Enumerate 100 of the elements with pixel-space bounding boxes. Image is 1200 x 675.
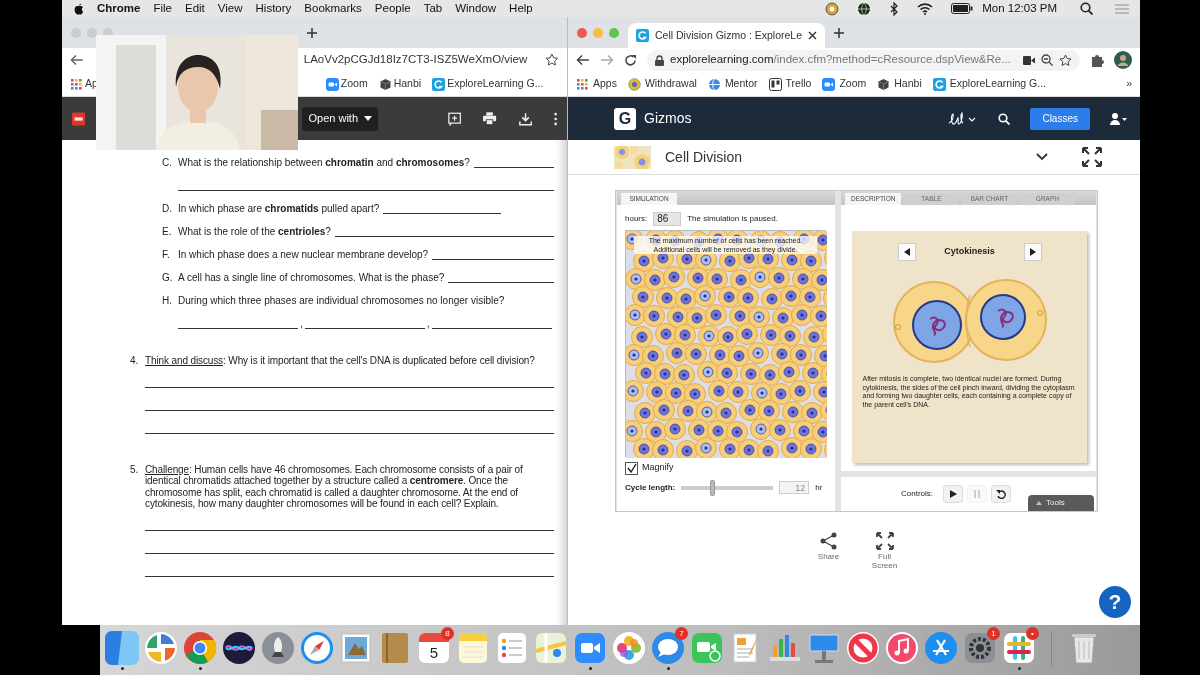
avatar-icon[interactable] xyxy=(1114,51,1132,69)
apps-grid-icon[interactable] xyxy=(70,77,83,91)
menu-item[interactable]: Help xyxy=(509,0,533,18)
browser-circle-icon[interactable] xyxy=(183,631,217,665)
zoom-out-icon[interactable] xyxy=(1041,54,1053,66)
tools-button[interactable]: Tools xyxy=(1028,495,1094,511)
user-icon[interactable] xyxy=(1110,112,1128,125)
pinwheel-icon[interactable] xyxy=(144,631,178,665)
compass-icon[interactable] xyxy=(300,631,334,665)
bookmark[interactable]: Withdrawal xyxy=(627,76,697,92)
controls-label: Controls: xyxy=(901,488,933,500)
back-icon[interactable] xyxy=(70,54,84,66)
puzzle-icon[interactable] xyxy=(1090,53,1104,67)
globe-icon[interactable] xyxy=(857,1,872,16)
star-icon[interactable] xyxy=(1059,53,1072,67)
app-menu[interactable]: Chrome xyxy=(97,0,141,18)
calendar-icon[interactable] xyxy=(417,631,451,665)
signature-icon[interactable] xyxy=(948,110,977,127)
stamp-icon[interactable] xyxy=(339,631,373,665)
more-bookmarks[interactable]: » xyxy=(1126,76,1132,92)
question-text: What is the role of the centrioles? xyxy=(178,225,331,239)
search-icon[interactable] xyxy=(1080,2,1093,15)
checklist-icon[interactable] xyxy=(495,631,529,665)
gear-icon[interactable] xyxy=(963,631,997,665)
notification-count: 7 xyxy=(675,627,688,640)
menu-item[interactable]: Bookmarks xyxy=(304,0,362,18)
question-letter: E. xyxy=(162,225,173,239)
question-text: During which three phases are individual chromosomes no longer visible? xyxy=(178,294,505,308)
address-field[interactable]: explorelearning.com/index.cfm?method=cResource.dspView&Re... xyxy=(647,49,1080,71)
lock-icon xyxy=(655,54,664,66)
more-icon[interactable] xyxy=(553,110,557,127)
square-logo-icon[interactable] xyxy=(932,77,946,91)
bookmark[interactable]: Zoom xyxy=(325,76,368,92)
round-status-icon[interactable] xyxy=(825,1,840,16)
download-icon[interactable] xyxy=(518,110,532,127)
share-button[interactable]: Share xyxy=(811,532,846,570)
slider-thumb[interactable] xyxy=(709,479,715,496)
star-icon[interactable] xyxy=(545,53,559,67)
back-icon[interactable] xyxy=(576,54,590,66)
apple-icon[interactable] xyxy=(74,2,84,15)
coin-icon[interactable] xyxy=(627,77,641,91)
square-logo-icon[interactable] xyxy=(432,77,446,91)
chat-bubble-icon[interactable] xyxy=(651,631,685,665)
magnify-checkbox[interactable] xyxy=(625,461,638,475)
window-buttons[interactable] xyxy=(576,26,620,39)
app-store-icon[interactable] xyxy=(924,631,958,665)
classes-button[interactable]: Classes xyxy=(1030,107,1090,130)
menu-item[interactable]: Edit xyxy=(185,0,205,18)
phase-title: Cytokinesis xyxy=(943,245,996,259)
board-icon[interactable] xyxy=(768,77,782,91)
search-icon[interactable] xyxy=(998,112,1011,125)
next-button[interactable] xyxy=(1023,243,1042,261)
bookmark[interactable]: Apps xyxy=(576,76,617,92)
browser-tab[interactable]: Cell Division Gizmo : ExploreLe xyxy=(628,23,826,48)
fullscreen-icon[interactable] xyxy=(1082,147,1102,167)
map-icon[interactable] xyxy=(534,631,568,665)
notification-count: • xyxy=(1026,627,1039,640)
bluetooth-icon[interactable] xyxy=(889,1,900,16)
add-comment-icon[interactable] xyxy=(448,110,462,127)
orb-icon[interactable] xyxy=(222,631,256,665)
apps-grid-icon[interactable] xyxy=(576,77,589,91)
flower-icon[interactable] xyxy=(612,631,646,665)
cube-icon[interactable] xyxy=(877,77,891,91)
bookmark[interactable]: Zoom xyxy=(822,76,867,92)
menu-item[interactable]: History xyxy=(255,0,292,18)
split-square-icon[interactable] xyxy=(105,631,139,665)
reset-button[interactable] xyxy=(991,485,1011,503)
new-tab-icon[interactable] xyxy=(833,26,846,39)
podium-icon[interactable] xyxy=(807,631,841,665)
new-tab-icon[interactable] xyxy=(306,26,318,39)
wifi-icon[interactable] xyxy=(917,2,934,15)
menu-item[interactable]: People xyxy=(374,0,411,18)
reload-icon[interactable] xyxy=(624,53,637,67)
right-triangle-icon xyxy=(1029,248,1036,256)
chevron-down-icon[interactable] xyxy=(1036,153,1048,161)
fullscreen-button[interactable]: Full Screen xyxy=(867,532,902,570)
cube-icon[interactable] xyxy=(378,77,392,91)
open-with-button[interactable]: Open with xyxy=(302,106,378,131)
rocket-icon[interactable] xyxy=(261,631,295,665)
bookmark[interactable]: ExploreLearning G... xyxy=(432,76,544,92)
battery-icon[interactable] xyxy=(951,3,974,14)
bookmark[interactable]: ExploreLearning G... xyxy=(932,76,1047,92)
print-icon[interactable] xyxy=(483,111,497,126)
menu-clock[interactable]: Mon 12:03 PM xyxy=(982,0,1057,18)
bookmark[interactable]: Hanbi xyxy=(378,76,422,92)
close-icon[interactable] xyxy=(808,31,818,40)
no-sign-icon[interactable] xyxy=(846,631,880,665)
previous-button[interactable] xyxy=(897,243,916,261)
menu-item[interactable]: Window xyxy=(455,0,497,18)
menu-item[interactable]: File xyxy=(153,0,172,18)
play-button[interactable] xyxy=(943,485,963,503)
hash-icon[interactable] xyxy=(1002,631,1036,665)
bookmark[interactable]: Trello xyxy=(768,76,812,92)
menu-item[interactable]: View xyxy=(217,0,243,18)
bookmark[interactable]: Hanbi xyxy=(877,76,922,92)
menu-item[interactable]: Tab xyxy=(423,0,443,18)
comma: , xyxy=(426,317,430,331)
music-note-icon[interactable] xyxy=(885,631,919,665)
bookmark[interactable]: Mentor xyxy=(707,76,758,92)
video-camera-icon[interactable] xyxy=(1023,55,1035,65)
